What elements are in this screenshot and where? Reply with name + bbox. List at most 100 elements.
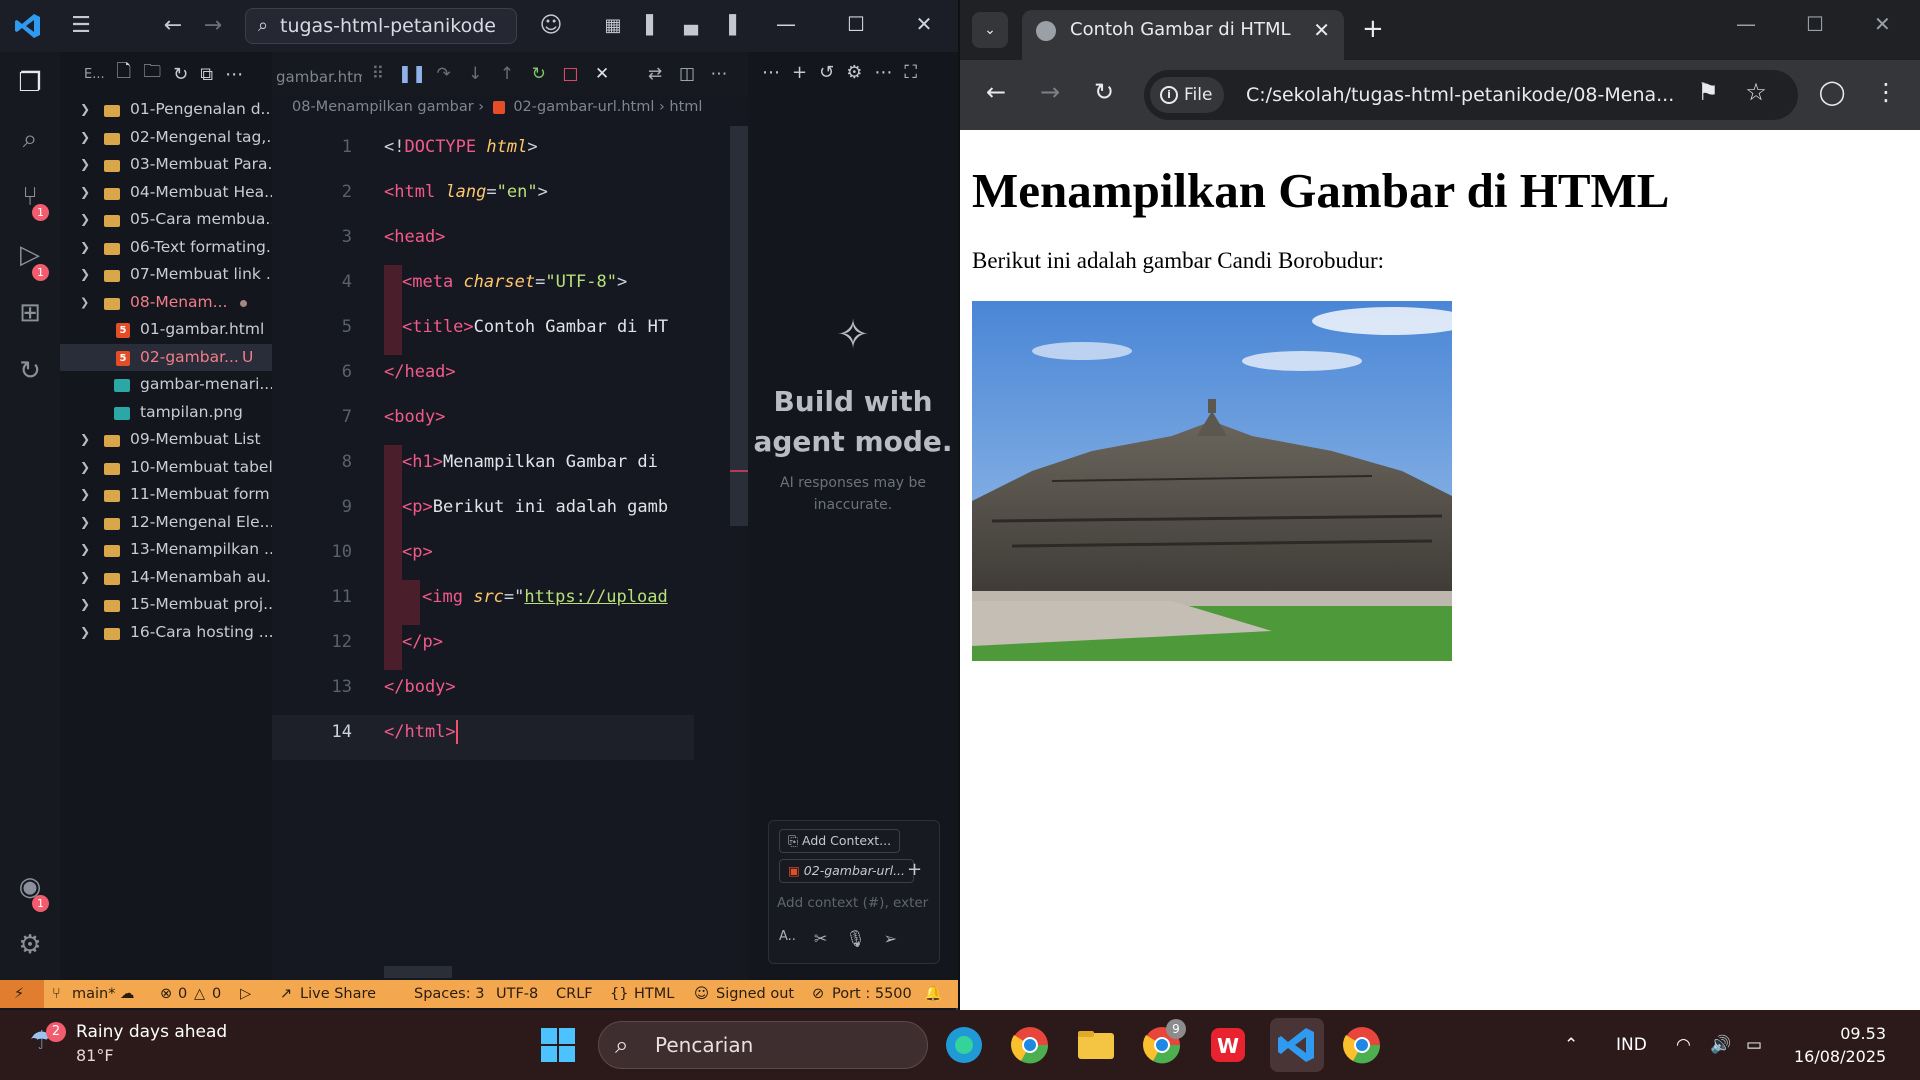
folder-item[interactable]: ❯ 03-Membuat Para... [60, 151, 272, 179]
browser-tab[interactable]: Contoh Gambar di HTML ✕ [1022, 10, 1344, 60]
site-info-chip[interactable]: i File [1150, 77, 1225, 113]
profile-icon[interactable]: ◯ [1812, 78, 1852, 106]
step-over-icon[interactable]: ↷ [432, 61, 456, 87]
tools-icon[interactable]: ✂ [814, 929, 827, 948]
remote-explorer-icon[interactable]: ↻ [13, 354, 47, 388]
encoding-status[interactable]: UTF-8 [496, 980, 538, 1008]
editor-more-icon[interactable]: ⋯ [706, 61, 732, 87]
back-arrow-icon[interactable]: ← [156, 11, 190, 41]
breadcrumb-folder[interactable]: 08-Menampilkan gambar [292, 99, 474, 115]
debug-status-icon[interactable]: ▷ [240, 980, 251, 1008]
extensions-icon[interactable]: ⊞ [13, 296, 47, 330]
toggle-panel-icon[interactable]: ▄ [674, 11, 708, 41]
file-item[interactable]: tampilan.png [60, 399, 272, 427]
copilot-icon[interactable]: ☺ [534, 11, 568, 41]
search-icon[interactable]: ⌕ [13, 122, 47, 156]
folder-item[interactable]: ❯ 13-Menampilkan ... [60, 536, 272, 564]
editor-tab[interactable]: gambar.html [272, 58, 362, 96]
microphone-icon[interactable]: 🎙 [845, 929, 865, 948]
breadcrumb-file[interactable]: 02-gambar-url.html [513, 99, 654, 115]
new-chat-icon[interactable]: + [792, 62, 807, 83]
restart-icon[interactable]: ↻ [527, 61, 551, 87]
step-into-icon[interactable]: ↓ [463, 61, 487, 87]
command-center-search[interactable]: ⌕ tugas-html-petanikode [245, 8, 517, 44]
file-explorer-icon[interactable] [1074, 1023, 1118, 1067]
folder-item[interactable]: ❯ 12-Mengenal Ele... [60, 509, 272, 537]
back-arrow-icon[interactable]: ← [976, 78, 1016, 106]
toggle-secondary-sidebar-icon[interactable]: ▐ [712, 11, 746, 41]
live-share-button[interactable]: Live Share [300, 980, 376, 1008]
refresh-icon[interactable]: ↻ [173, 64, 188, 85]
step-out-icon[interactable]: ↑ [495, 61, 519, 87]
forward-arrow-icon[interactable]: → [196, 11, 230, 41]
indentation-status[interactable]: Spaces: 3 [414, 980, 484, 1008]
folder-item[interactable]: ❯ 11-Membuat form [60, 481, 272, 509]
stop-icon[interactable]: □ [559, 61, 583, 87]
more-icon[interactable]: ⋯ [874, 62, 892, 83]
file-item-selected[interactable]: 5 02-gambar... U [60, 343, 272, 371]
code-editor[interactable]: 1 <!DOCTYPE html> 2 <html lang="en"> 3 <… [272, 130, 748, 760]
vscode-taskbar-icon[interactable] [1270, 1018, 1324, 1072]
breadcrumb-symbol[interactable]: html [669, 99, 702, 115]
windows-start-icon[interactable] [536, 1023, 580, 1067]
layout-custom-icon[interactable]: ▦ [596, 11, 630, 41]
add-icon[interactable]: + [907, 859, 922, 880]
folder-item-open[interactable]: ❯ 08-Menam... [60, 289, 272, 317]
maximize-icon[interactable]: ☐ [836, 12, 876, 36]
more-actions-icon[interactable]: ⋯ [225, 64, 243, 85]
menu-icon[interactable]: ☰ [64, 11, 98, 41]
new-file-icon[interactable]: 🗋 [117, 59, 131, 89]
file-item[interactable]: 5 01-gambar.html [60, 316, 272, 344]
folder-item[interactable]: ❯ 06-Text formating... [60, 234, 272, 262]
compare-icon[interactable]: ⇄ [642, 61, 668, 87]
chat-input-field[interactable]: Add context (#), exter [777, 895, 937, 911]
branch-name[interactable]: main* [72, 980, 115, 1008]
chat-more-icon[interactable]: ⋯ [762, 62, 780, 83]
folder-item[interactable]: ❯ 01-Pengenalan d... [60, 96, 272, 124]
toggle-sidebar-icon[interactable]: ▌ [636, 11, 670, 41]
folder-item[interactable]: ❯ 15-Membuat proj... [60, 591, 272, 619]
folder-item[interactable]: ❯ 14-Menambah au... [60, 564, 272, 592]
minimize-icon[interactable]: — [766, 12, 806, 36]
split-editor-icon[interactable]: ◫ [674, 61, 700, 87]
pause-icon[interactable]: ❚❚ [398, 61, 427, 87]
warning-count[interactable]: 0 [212, 980, 221, 1008]
taskbar-search[interactable]: ⌕ Pencarian [598, 1021, 928, 1069]
close-icon[interactable]: ✕ [904, 12, 944, 36]
remote-indicator[interactable]: ⚡ [0, 980, 44, 1008]
wps-office-icon[interactable]: W [1206, 1023, 1250, 1067]
new-tab-plus-icon[interactable]: + [1362, 14, 1384, 44]
explorer-icon[interactable]: ❐ [13, 66, 47, 100]
settings-gear-icon[interactable]: ⚙ [846, 62, 862, 83]
chevron-up-icon[interactable]: ⌃ [1564, 1010, 1578, 1080]
folder-item[interactable]: ❯ 05-Cara membua... [60, 206, 272, 234]
maximize-icon[interactable]: ☐ [1806, 12, 1824, 36]
folder-item[interactable]: ❯ 02-Mengenal tag,... [60, 124, 272, 152]
translate-icon[interactable]: ⚑ [1688, 78, 1728, 106]
language-indicator[interactable]: IND [1616, 1010, 1647, 1080]
bookmark-star-icon[interactable]: ☆ [1736, 78, 1776, 106]
language-status[interactable]: HTML [634, 980, 674, 1008]
history-icon[interactable]: ↺ [819, 62, 834, 83]
close-icon[interactable]: ✕ [1874, 12, 1891, 36]
close-tab-icon[interactable]: ✕ [1313, 10, 1330, 50]
file-item[interactable]: gambar-menari... [60, 371, 272, 399]
context-file-chip[interactable]: ▣ 02-gambar-url... [779, 859, 914, 883]
signed-out-status[interactable]: Signed out [716, 980, 794, 1008]
folder-item[interactable]: ❯ 10-Membuat tabel [60, 454, 272, 482]
chat-input-box[interactable]: ⎘ Add Context... ▣ 02-gambar-url... + Ad… [768, 820, 940, 964]
folder-item[interactable]: ❯ 16-Cara hosting ... [60, 619, 272, 647]
send-icon[interactable]: ➢ [884, 929, 897, 948]
wifi-icon[interactable]: ◠ [1676, 1010, 1691, 1080]
settings-gear-icon[interactable]: ⚙ [13, 928, 47, 962]
sync-icon[interactable]: ☁ [120, 980, 135, 1008]
close-tab-icon[interactable]: ✕ [590, 61, 614, 87]
notifications-bell-icon[interactable]: 🔔 [924, 980, 942, 1008]
chrome-profile-icon[interactable]: 9 [1140, 1019, 1186, 1067]
new-folder-icon[interactable]: 🗀 [143, 59, 161, 89]
minimize-icon[interactable]: — [1736, 12, 1756, 36]
eol-status[interactable]: CRLF [556, 980, 593, 1008]
chrome-menu-icon[interactable]: ⋮ [1866, 78, 1906, 106]
horizontal-scrollbar[interactable] [384, 966, 452, 978]
folder-item[interactable]: ❯ 09-Membuat List [60, 426, 272, 454]
